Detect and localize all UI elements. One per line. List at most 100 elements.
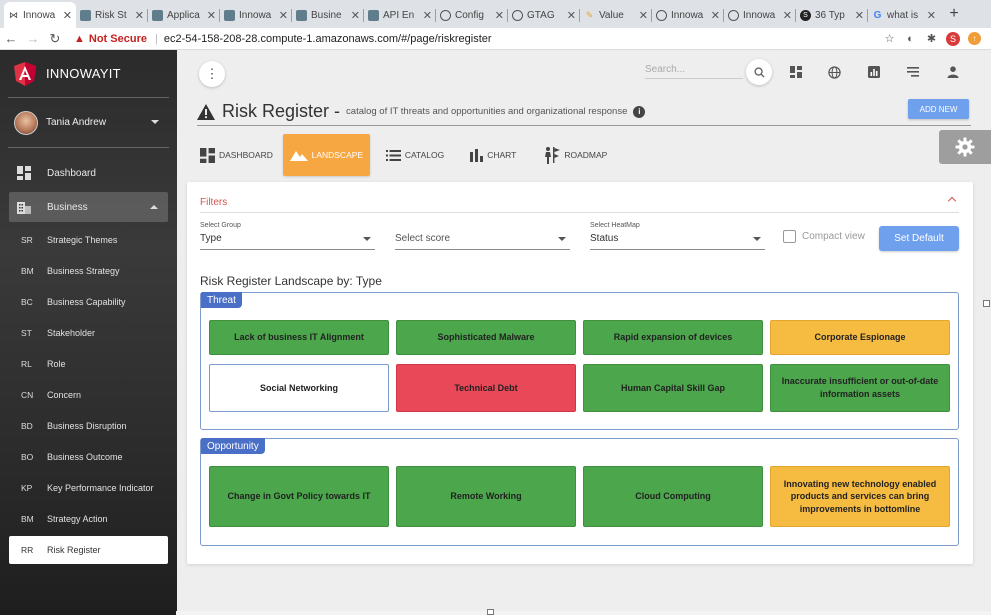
browser-tab[interactable]: Applica ✕ [148, 2, 220, 28]
sidebar-sub-business-disruption[interactable]: BD Business Disruption [9, 412, 168, 440]
risk-tile[interactable]: Technical Debt [396, 364, 576, 412]
close-tab-icon[interactable]: ✕ [135, 9, 144, 22]
close-tab-icon[interactable]: ✕ [855, 9, 864, 22]
group-tag: Threat [201, 292, 242, 308]
close-tab-icon[interactable]: ✕ [567, 9, 576, 22]
tab-catalog[interactable]: CATALOG [376, 134, 454, 176]
forward-arrow-icon[interactable]: → [22, 31, 44, 46]
select-heatmap-dropdown[interactable]: Select HeatMap Status [590, 222, 765, 250]
person-icon[interactable] [946, 65, 960, 79]
close-tab-icon[interactable]: ✕ [279, 9, 288, 22]
risk-tile[interactable]: Social Networking [209, 364, 389, 412]
filters-header[interactable]: Filters [200, 194, 959, 213]
browser-tab[interactable]: Busine ✕ [292, 2, 364, 28]
compact-view-checkbox[interactable] [783, 230, 796, 243]
select-heatmap-value: Status [590, 233, 619, 244]
tab-dashboard[interactable]: DASHBOARD [197, 134, 283, 176]
top-navbar: ⋮ [177, 50, 991, 96]
browser-tab-bar: ⋈ Innowa ✕ Risk St ✕ Applica ✕ Innowa ✕ Busin… [0, 0, 991, 28]
s-favicon-icon: S [800, 9, 811, 21]
browser-tab[interactable]: Innowa ✕ [724, 2, 796, 28]
browser-tab[interactable]: ⋈ Innowa ✕ [4, 2, 76, 28]
risk-tile[interactable]: Human Capital Skill Gap [583, 364, 763, 412]
select-group-dropdown[interactable]: Select Group Type [200, 222, 375, 250]
risk-tile[interactable]: Cloud Computing [583, 466, 763, 527]
sidebar-sub-role[interactable]: RL Role [9, 350, 168, 378]
browser-tab[interactable]: Innowa ✕ [220, 2, 292, 28]
browser-tab[interactable]: Risk St ✕ [76, 2, 148, 28]
select-score-dropdown[interactable]: Select score [395, 222, 570, 250]
extension-circle-icon[interactable]: ◐ [904, 32, 917, 45]
info-icon[interactable]: i [633, 105, 646, 118]
browser-tab[interactable]: Gwhat is ✕ [868, 2, 940, 28]
set-default-button[interactable]: Set Default [879, 226, 959, 251]
roadmap-icon [542, 146, 561, 164]
sidebar-sub-kpi[interactable]: KP Key Performance Indicator [9, 474, 168, 502]
profile-avatar[interactable]: S [946, 31, 960, 46]
update-icon[interactable]: ↑ [968, 32, 981, 45]
close-tab-icon[interactable]: ✕ [783, 9, 792, 22]
sidebar-sub-business-strategy[interactable]: BM Business Strategy [9, 257, 168, 285]
resize-handle-bottom[interactable] [487, 609, 494, 615]
close-tab-icon[interactable]: ✕ [351, 9, 360, 22]
sidebar-sub-business-capability[interactable]: BC Business Capability [9, 288, 168, 316]
browser-tab[interactable]: API En ✕ [364, 2, 436, 28]
risk-tile[interactable]: Rapid expansion of devices [583, 320, 763, 355]
more-vert-icon[interactable]: ⋮ [199, 61, 225, 87]
dropdown-arrow-icon [753, 237, 761, 241]
sidebar-item-dashboard[interactable]: Dashboard [9, 158, 168, 188]
tab-chart[interactable]: CHART [460, 134, 526, 176]
sidebar-item-business[interactable]: Business [9, 192, 168, 222]
close-tab-icon[interactable]: ✕ [711, 9, 720, 22]
select-score-value: Select score [395, 233, 451, 244]
sidebar-sub-concern[interactable]: CN Concern [9, 381, 168, 409]
search-button[interactable] [746, 59, 772, 85]
close-tab-icon[interactable]: ✕ [63, 9, 72, 22]
back-arrow-icon[interactable]: ← [0, 31, 22, 46]
url-field[interactable]: ▲ Not Secure | ec2-54-158-208-28.compute… [74, 33, 883, 45]
sidebar-sub-stakeholder[interactable]: ST Stakeholder [9, 319, 168, 347]
risk-tile[interactable]: Corporate Espionage [770, 320, 950, 355]
close-tab-icon[interactable]: ✕ [639, 9, 648, 22]
landscape-icon [289, 149, 308, 161]
risk-tile[interactable]: Lack of business IT Alignment [209, 320, 389, 355]
close-tab-icon[interactable]: ✕ [927, 9, 936, 22]
compact-view-toggle[interactable]: Compact view [783, 230, 865, 243]
risk-tile[interactable]: Inaccurate insufficient or out-of-date i… [770, 364, 950, 412]
horizontal-scrollbar[interactable] [176, 611, 991, 615]
risk-tile[interactable]: Remote Working [396, 466, 576, 527]
star-icon[interactable]: ☆ [883, 32, 896, 45]
dashboard-icon[interactable] [789, 65, 803, 79]
risk-tile[interactable]: Innovating new technology enabled produc… [770, 466, 950, 527]
browser-tab[interactable]: Config ✕ [436, 2, 508, 28]
browser-tab[interactable]: ✎ Value ✕ [580, 2, 652, 28]
resize-handle-right[interactable] [983, 300, 990, 307]
close-tab-icon[interactable]: ✕ [423, 9, 432, 22]
brand[interactable]: INNOWAYIT [8, 50, 169, 98]
search-field[interactable] [645, 64, 743, 79]
new-tab-button[interactable]: + [940, 2, 968, 28]
sidebar-sub-strategy-action[interactable]: BM Strategy Action [9, 505, 168, 533]
browser-tab[interactable]: S 36 Typ ✕ [796, 2, 868, 28]
globe-icon[interactable] [827, 65, 841, 79]
risk-tile[interactable]: Change in Govt Policy towards IT [209, 466, 389, 527]
bar-chart-box-icon[interactable] [867, 65, 881, 79]
menu-lines-icon[interactable] [906, 65, 920, 79]
risk-tile[interactable]: Sophisticated Malware [396, 320, 576, 355]
sidebar-sub-business-outcome[interactable]: BO Business Outcome [9, 443, 168, 471]
puzzle-icon[interactable]: ✱ [925, 32, 938, 45]
settings-button[interactable] [939, 130, 991, 164]
sidebar-sub-strategic-themes[interactable]: SR Strategic Themes [9, 226, 168, 254]
add-new-button[interactable]: ADD NEW [908, 99, 969, 119]
view-tabs: DASHBOARD LANDSCAPE CATALOG CHART ROADMA… [197, 134, 617, 176]
reload-icon[interactable]: ↻ [44, 31, 66, 47]
search-input[interactable] [645, 64, 743, 75]
sidebar-sub-risk-register[interactable]: RR Risk Register [9, 536, 168, 564]
tab-roadmap[interactable]: ROADMAP [532, 134, 617, 176]
browser-tab[interactable]: Innowa ✕ [652, 2, 724, 28]
browser-tab[interactable]: GTAG ✕ [508, 2, 580, 28]
close-tab-icon[interactable]: ✕ [207, 9, 216, 22]
tab-landscape[interactable]: LANDSCAPE [282, 134, 370, 176]
user-menu[interactable]: Tania Andrew [8, 98, 169, 148]
close-tab-icon[interactable]: ✕ [495, 9, 504, 22]
